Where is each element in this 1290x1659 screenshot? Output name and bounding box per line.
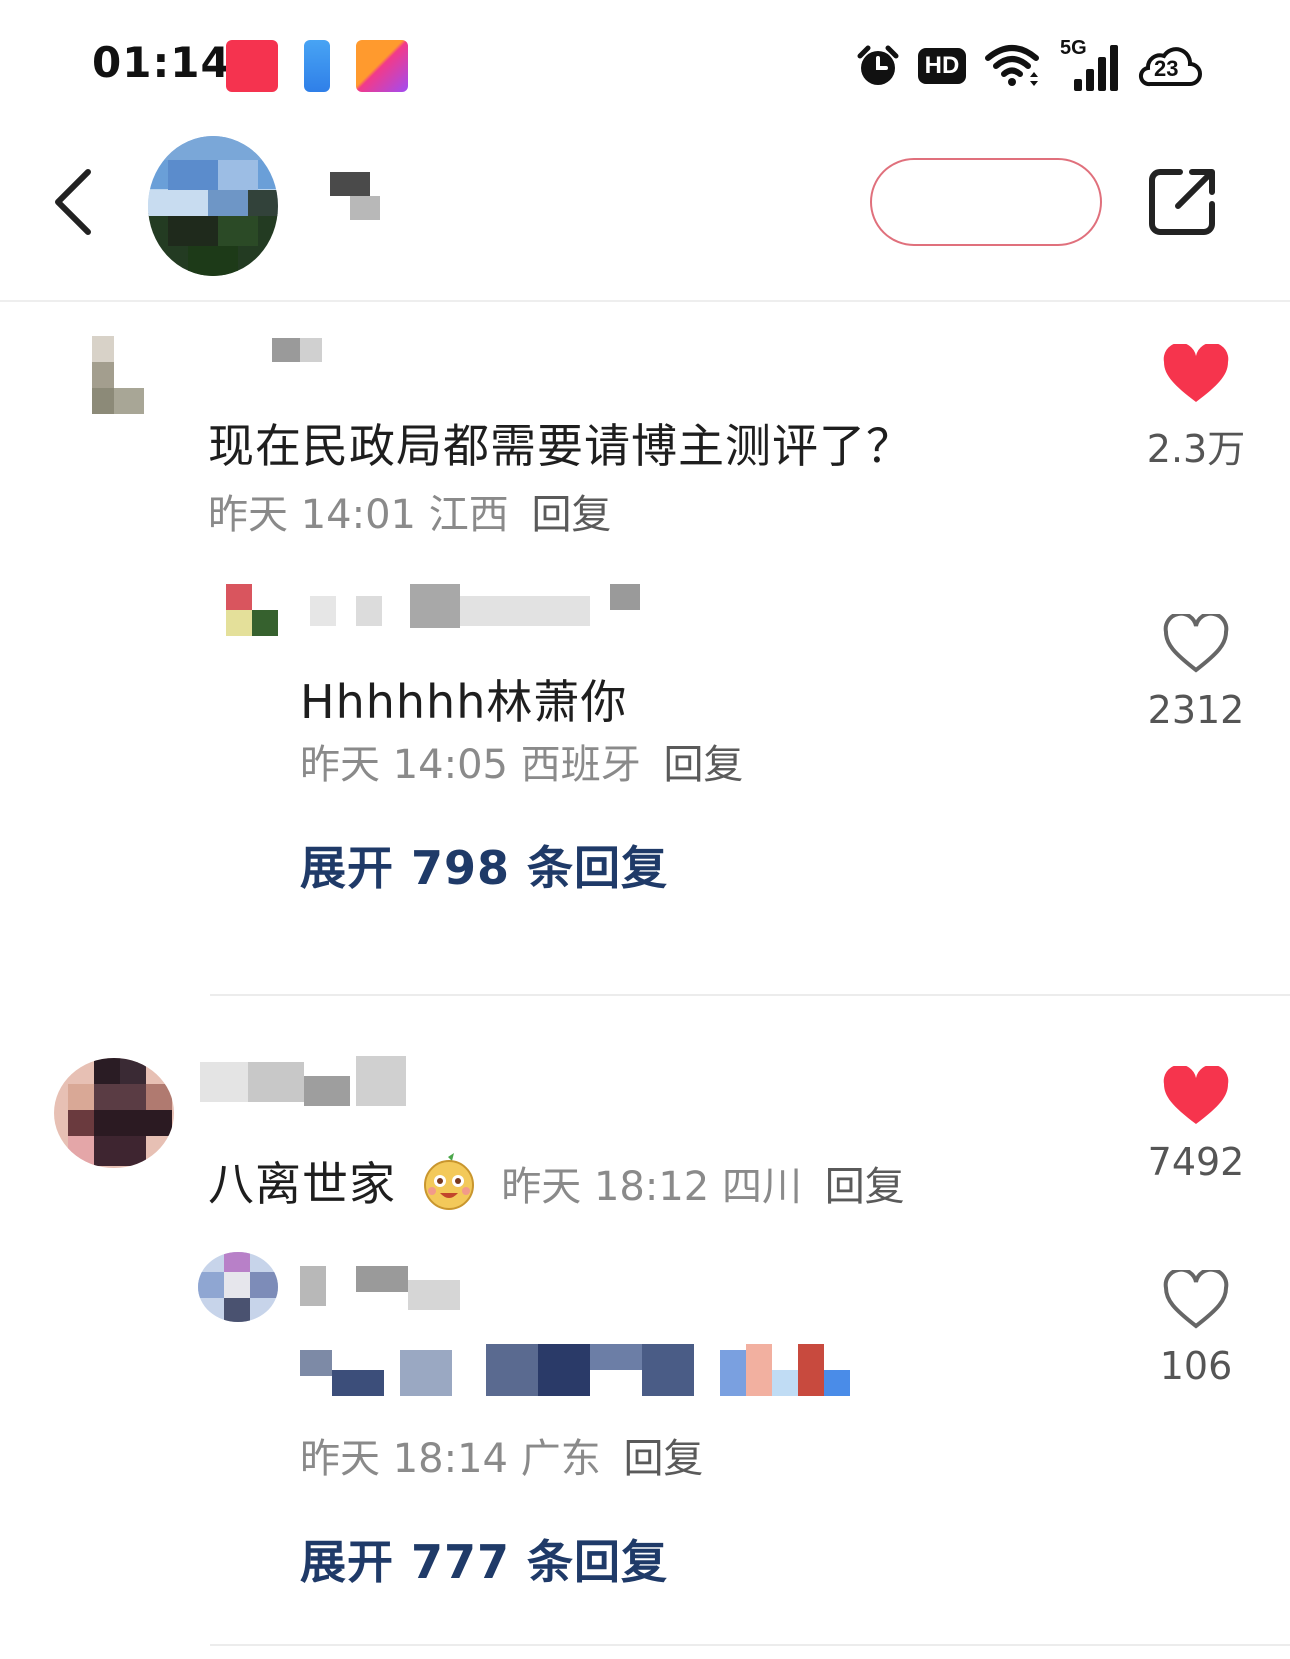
reply-meta: 昨天 18:14 广东 回复: [300, 1426, 703, 1484]
reply-date: 昨天 18:14: [300, 1436, 508, 1482]
post-header: [0, 130, 1290, 302]
reply-button[interactable]: 回复: [623, 1436, 703, 1482]
comment-text: 八离世家 昨天 18:12 四川 回复: [208, 1148, 905, 1222]
follow-button[interactable]: [870, 158, 1102, 246]
expand-replies-link[interactable]: 展开 798 条回复: [300, 832, 668, 898]
like-button[interactable]: 2.3万: [1136, 344, 1256, 473]
heart-outline-icon: [1163, 1270, 1229, 1329]
reply-text-blurred: [300, 1344, 860, 1398]
reply-text: Hhhhhh林萧你: [300, 675, 628, 729]
replier-name-blurred: [300, 582, 670, 634]
notification-app-icon: [304, 40, 330, 92]
comment-date: 昨天 14:01: [208, 492, 416, 538]
like-button[interactable]: 2312: [1136, 614, 1256, 732]
comment-location: 四川: [721, 1164, 802, 1210]
like-count: 2312: [1147, 688, 1245, 732]
comment-text-body: 八离世家: [208, 1157, 396, 1211]
replier-avatar[interactable]: [198, 1252, 278, 1322]
cellular-signal-icon: 5G: [1060, 37, 1118, 91]
notification-app-icon: [226, 40, 278, 92]
comment-divider: [210, 994, 1290, 996]
reply-button[interactable]: 回复: [531, 492, 611, 538]
hd-label: HD: [924, 52, 960, 79]
share-icon[interactable]: [1146, 164, 1220, 238]
comment-divider: [210, 1644, 1290, 1646]
alarm-icon: [857, 45, 899, 85]
reply-meta: 昨天 14:05 西班牙 回复: [300, 732, 743, 790]
status-time: 01:14: [92, 38, 231, 87]
comment-meta: 昨天 18:12 四川 回复: [501, 1164, 904, 1210]
heart-outline-icon: [1163, 614, 1229, 673]
reply-location: 广东: [520, 1436, 601, 1482]
replier-name-blurred: [300, 1262, 470, 1314]
commenter-avatar[interactable]: [92, 336, 148, 414]
network-type-label: 5G: [1060, 37, 1087, 59]
back-arrow-icon[interactable]: [46, 164, 106, 240]
like-button[interactable]: 106: [1136, 1270, 1256, 1388]
like-count: 106: [1159, 1344, 1233, 1388]
comment-meta: 昨天 14:01 江西 回复: [208, 482, 611, 540]
comment-location: 江西: [428, 492, 509, 538]
comment-text: 现在民政局都需要请博主测评了？: [208, 419, 913, 473]
reply-button[interactable]: 回复: [663, 742, 743, 788]
reply-location: 西班牙: [520, 742, 641, 788]
commenter-name-blurred: [210, 334, 330, 386]
heart-filled-icon: [1163, 1066, 1229, 1124]
like-count: 7492: [1147, 1140, 1245, 1184]
author-avatar[interactable]: [148, 136, 278, 276]
reply-button[interactable]: 回复: [825, 1164, 905, 1210]
commenter-avatar[interactable]: [54, 1058, 174, 1168]
replier-avatar[interactable]: [226, 584, 278, 636]
reply-date: 昨天 14:05: [300, 742, 508, 788]
status-bar: 01:14 HD 5G 23: [0, 0, 1290, 130]
author-name-blurred: [330, 172, 390, 222]
commenter-name-blurred: [200, 1056, 420, 1108]
weather-cloud-icon: 23: [1136, 44, 1202, 88]
weather-temperature: 23: [1154, 56, 1179, 81]
heart-filled-icon: [1163, 344, 1229, 402]
expand-replies-link[interactable]: 展开 777 条回复: [300, 1526, 668, 1592]
comment-date: 昨天 18:12: [501, 1164, 710, 1210]
hd-icon: HD: [918, 48, 966, 84]
like-button[interactable]: 7492: [1136, 1066, 1256, 1184]
like-count: 2.3万: [1146, 427, 1246, 471]
status-icons: HD 5G 23: [856, 37, 1202, 94]
smiling-face-emoji-icon: [420, 1153, 478, 1222]
notification-app-icon: [356, 40, 408, 92]
wifi-icon: [985, 45, 1039, 86]
